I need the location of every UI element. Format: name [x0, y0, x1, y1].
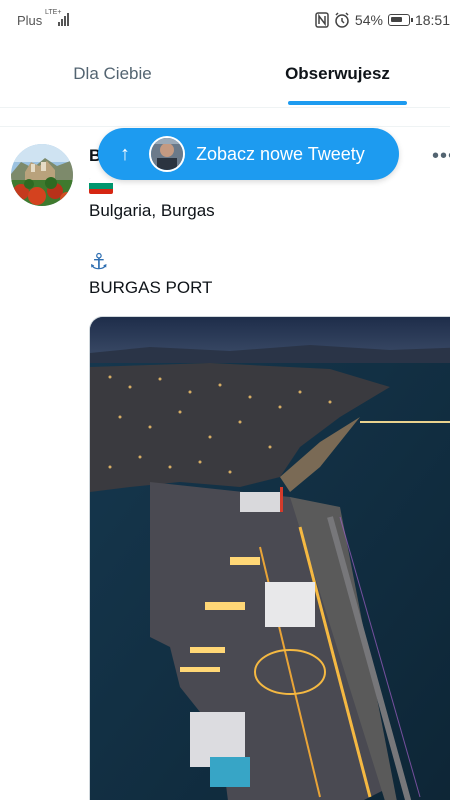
- tab-following[interactable]: Obserwujesz: [225, 40, 450, 107]
- battery-percent: 54%: [354, 12, 383, 28]
- tab-for-you[interactable]: Dla Ciebie: [0, 40, 225, 107]
- new-tweets-button[interactable]: ↑ Zobacz nowe Tweety: [98, 128, 399, 180]
- tab-label: Obserwujesz: [285, 63, 390, 83]
- more-options-icon[interactable]: •••: [432, 146, 450, 166]
- active-tab-indicator: [288, 101, 407, 105]
- clock: 18:51: [414, 12, 450, 28]
- bulgaria-flag: [89, 178, 113, 194]
- new-tweets-label: Zobacz nowe Tweety: [196, 143, 365, 164]
- arrow-up-icon: ↑: [120, 142, 130, 165]
- avatar: [149, 136, 185, 172]
- signal-icon: [58, 13, 69, 26]
- alarm-icon: [335, 12, 349, 28]
- burgas-port-photo: [90, 317, 450, 800]
- nfc-icon: [315, 12, 329, 28]
- status-bar: Plus LTE+ 54% 18:51: [0, 0, 450, 40]
- battery-icon: [387, 14, 413, 26]
- tab-label: Dla Ciebie: [73, 63, 152, 83]
- tweet-photo[interactable]: [89, 316, 450, 800]
- divider: [0, 126, 450, 127]
- timeline-tabs: Dla Ciebie Obserwujesz: [0, 40, 450, 108]
- status-right-group: 54% 18:51: [315, 11, 450, 29]
- avatar[interactable]: [11, 144, 73, 206]
- anchor-icon: ⚓: [89, 249, 109, 274]
- tweet-text-location: Bulgaria, Burgas: [89, 201, 215, 220]
- avatar-image: [11, 144, 73, 206]
- carrier-label: Plus: [17, 13, 43, 28]
- tweet-text-port: BURGAS PORT: [89, 278, 213, 297]
